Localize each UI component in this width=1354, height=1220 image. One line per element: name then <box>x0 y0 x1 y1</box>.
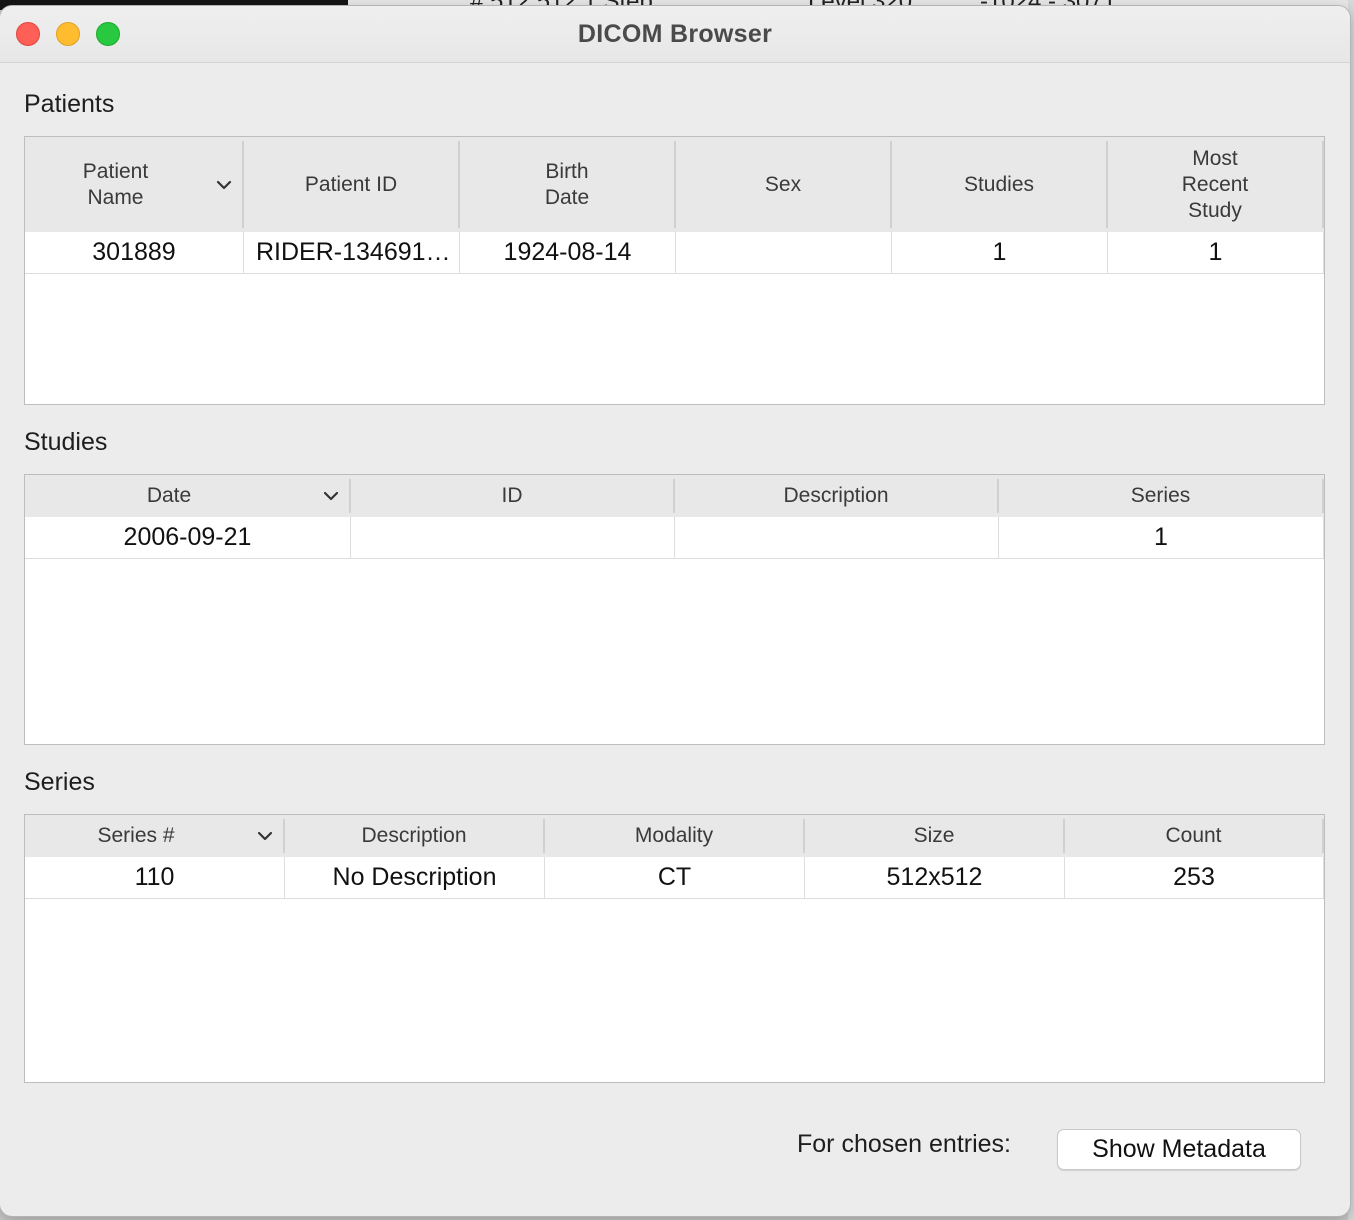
column-header-id[interactable]: ID <box>351 479 675 513</box>
column-header-label: Series <box>1130 484 1191 507</box>
column-header-description[interactable]: Description <box>675 479 999 513</box>
cell-series: 1 <box>999 517 1324 558</box>
column-header-count[interactable]: Count <box>1065 819 1324 853</box>
column-header-patient-name[interactable]: Patient Name <box>25 141 244 228</box>
column-header-series[interactable]: Series <box>999 479 1324 513</box>
table-row[interactable]: 2006-09-21 1 <box>25 517 1324 559</box>
studies-table-header: Date ID Description Series <box>25 475 1324 517</box>
column-header-label: Date <box>146 484 192 507</box>
column-header-date[interactable]: Date <box>25 479 351 513</box>
column-header-label: Size <box>913 824 955 847</box>
column-header-description[interactable]: Description <box>285 819 545 853</box>
cell-patient-name: 301889 <box>25 232 244 273</box>
column-header-studies[interactable]: Studies <box>892 141 1108 228</box>
chevron-down-icon[interactable] <box>323 490 339 502</box>
chosen-entries-label: For chosen entries: <box>797 1130 1011 1158</box>
column-header-patient-id[interactable]: Patient ID <box>244 141 460 228</box>
cell-patient-id: RIDER-134691… <box>244 232 460 273</box>
cell-id <box>351 517 675 558</box>
patients-section-label: Patients <box>24 90 115 118</box>
patients-table[interactable]: Patient Name Patient ID Birth Date Sex S… <box>24 136 1325 405</box>
cell-size: 512x512 <box>805 857 1065 898</box>
column-header-label: Sex <box>764 172 802 196</box>
series-table[interactable]: Series # Description Modality Size Count… <box>24 814 1325 1083</box>
column-header-label: Description <box>361 824 467 847</box>
patients-table-header: Patient Name Patient ID Birth Date Sex S… <box>25 137 1324 232</box>
show-metadata-button[interactable]: Show Metadata <box>1057 1129 1301 1170</box>
chevron-down-icon[interactable] <box>216 179 232 191</box>
column-header-label: Studies <box>963 172 1035 196</box>
column-header-label: Most Recent Study <box>1181 146 1249 222</box>
cell-sex <box>676 232 892 273</box>
studies-table[interactable]: Date ID Description Series 2006-09-21 1 <box>24 474 1325 745</box>
column-header-label: ID <box>501 484 523 507</box>
window-title: DICOM Browser <box>577 20 773 48</box>
cell-most-recent-study: 1 <box>1108 232 1324 273</box>
cell-count: 253 <box>1065 857 1324 898</box>
column-header-series-number[interactable]: Series # <box>25 819 285 853</box>
column-header-label: Birth Date <box>544 159 590 209</box>
column-header-birth-date[interactable]: Birth Date <box>460 141 676 228</box>
series-section-label: Series <box>24 768 95 796</box>
column-header-sex[interactable]: Sex <box>676 141 892 228</box>
cell-birth-date: 1924-08-14 <box>460 232 676 273</box>
table-row[interactable]: 301889 RIDER-134691… 1924-08-14 1 1 <box>25 232 1324 274</box>
studies-section-label: Studies <box>24 428 108 456</box>
dicom-browser-window: DICOM Browser Patients Patient Name Pati… <box>0 6 1350 1216</box>
cell-date: 2006-09-21 <box>25 517 351 558</box>
cell-series-number: 110 <box>25 857 285 898</box>
column-header-label: Patient ID <box>304 172 398 196</box>
title-bar[interactable]: DICOM Browser <box>0 6 1350 63</box>
column-header-most-recent-study[interactable]: Most Recent Study <box>1108 141 1324 228</box>
column-header-size[interactable]: Size <box>805 819 1065 853</box>
column-header-label: Series # <box>97 824 175 847</box>
column-header-modality[interactable]: Modality <box>545 819 805 853</box>
series-table-header: Series # Description Modality Size Count <box>25 815 1324 857</box>
cell-description <box>675 517 999 558</box>
cell-studies: 1 <box>892 232 1108 273</box>
column-header-label: Count <box>1165 824 1222 847</box>
cell-modality: CT <box>545 857 805 898</box>
table-row[interactable]: 110 No Description CT 512x512 253 <box>25 857 1324 899</box>
chevron-down-icon[interactable] <box>257 830 273 842</box>
column-header-label: Patient Name <box>82 159 149 209</box>
column-header-label: Description <box>783 484 889 507</box>
cell-description: No Description <box>285 857 545 898</box>
column-header-label: Modality <box>634 824 714 847</box>
